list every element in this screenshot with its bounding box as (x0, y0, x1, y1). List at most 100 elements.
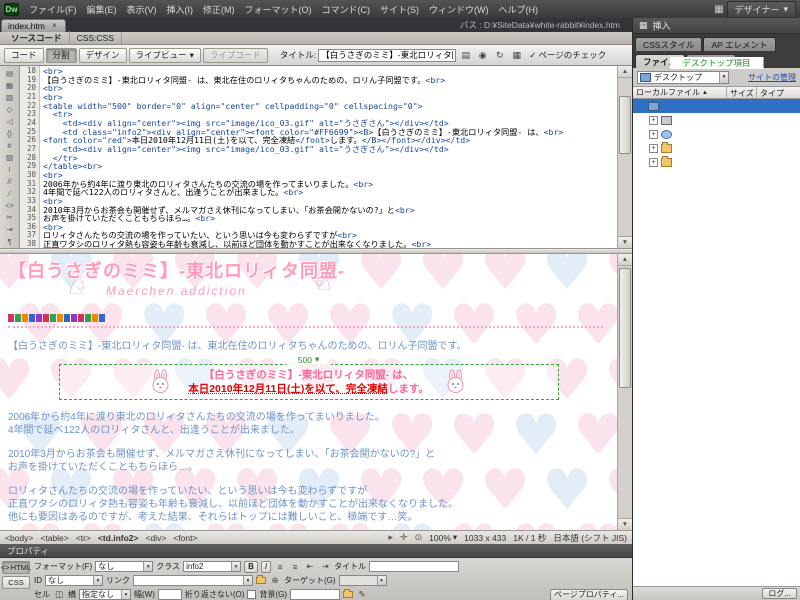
site-dropdown[interactable]: デスクトップ ▾ (637, 70, 729, 84)
tag-selector[interactable]: <table> (40, 533, 68, 543)
tag-selector[interactable]: <tr> (76, 533, 91, 543)
table-guide[interactable]: 500 ▾ 【白うさぎのミミ】-東北ロリィタ同盟- は、 本日2010年12月1… (58, 354, 559, 400)
apply-comment-icon[interactable]: // (2, 175, 18, 187)
preview-in-browser-icon[interactable]: ◉ (475, 48, 490, 63)
code-lines[interactable]: <br> 【白うさぎのミミ】-東北ロリィタ同盟- は、東北在住のロリィタちゃんのた… (40, 66, 617, 248)
cell-width-input[interactable] (157, 589, 182, 600)
menu-item[interactable]: ウィンドウ(W) (424, 1, 494, 18)
menu-item[interactable]: 表示(V) (122, 1, 162, 18)
code-line[interactable]: <td><div align="center"><img src="image/… (43, 145, 617, 154)
live-code-button[interactable]: ライブコード (202, 47, 268, 63)
column-local-files[interactable]: ローカルファイル ▲ (633, 87, 727, 98)
design-paragraph[interactable]: お声を掛けていただくこともちらほら…。 (8, 461, 609, 474)
code-scrollbar-thumb[interactable] (619, 96, 631, 154)
log-button[interactable]: ログ... (762, 588, 797, 599)
check-page-button[interactable]: ✓ ページのチェック (526, 49, 609, 61)
horizontal-align-dropdown[interactable]: 指定なし ▾ (79, 589, 131, 600)
refresh-icon[interactable]: ↻ (492, 48, 507, 63)
design-paragraph[interactable]: 他にも要因はあるのですが、考えた結果、それらはトップには難しいこと、極端です…笑… (8, 511, 609, 524)
scroll-down-icon[interactable]: ▼ (618, 236, 632, 248)
tag-selector[interactable]: <body> (5, 533, 33, 543)
code-line[interactable]: 正直ワタシのロリィタ熱も容姿も年齢も衰減し、以前ほど団体を動かすことが出来なくな… (43, 240, 617, 248)
rabbit-image[interactable] (441, 369, 471, 395)
remove-comment-icon[interactable]: ∕ (2, 187, 18, 199)
freeze-text[interactable]: 【白うさぎのミミ】-東北ロリィタ同盟- は、 本日2010年12月11日(土)を… (188, 368, 429, 396)
properties-panel-header[interactable]: プロパティ (0, 544, 632, 557)
menu-item[interactable]: 編集(E) (82, 1, 122, 18)
wrap-tag-icon[interactable]: <> (2, 199, 18, 211)
related-file-css[interactable]: CSS:CSS (70, 32, 122, 44)
design-view-button[interactable]: デザイン (78, 47, 127, 63)
code-line[interactable]: </tr> (43, 153, 617, 163)
balance-braces-icon[interactable]: {} (2, 127, 18, 139)
dreamweaver-logo[interactable]: Dw (4, 2, 19, 16)
indent-icon[interactable]: ⇥ (319, 561, 331, 573)
expander-icon[interactable]: + (649, 143, 658, 153)
related-file-source[interactable]: ソースコード (4, 31, 70, 45)
design-paragraph[interactable]: ロリィタさんたちの交流の場を作っていたい、という思いは今も変わらずですが (8, 485, 609, 498)
tab-ap-elements[interactable]: AP エレメント (703, 37, 776, 51)
line-numbers-icon[interactable]: # (2, 139, 18, 151)
indent-code-icon[interactable]: ⇥ (2, 223, 18, 235)
merge-cells-icon[interactable]: ◫ (53, 589, 65, 600)
code-line[interactable]: 4年間で延べ122人のロリィタさんと、出逢うことが出来ました。<br> (43, 188, 617, 197)
browse-folder-icon[interactable] (256, 575, 266, 584)
title-attr-input[interactable] (369, 561, 460, 572)
bg-folder-icon[interactable] (343, 589, 354, 598)
pencil-icon[interactable]: ✎ (356, 589, 368, 600)
split-view-button[interactable]: 分割 (45, 47, 77, 63)
design-scrollbar-thumb[interactable] (619, 268, 631, 388)
workspace-switcher[interactable]: デザイナー ▾ (726, 0, 796, 18)
code-view-button[interactable]: コード (4, 47, 44, 63)
unordered-list-icon[interactable]: ≡ (274, 561, 286, 573)
insert-panel-header[interactable]: ▦ 挿入 (633, 18, 800, 34)
menu-item[interactable]: 挿入(I) (162, 1, 199, 18)
format-source-code-icon[interactable]: ¶ (2, 235, 18, 247)
expand-all-icon[interactable]: ◇ (2, 103, 18, 115)
scroll-up-icon[interactable]: ▲ (618, 66, 632, 78)
highlight-invalid-code-icon[interactable]: ▨ (2, 151, 18, 163)
close-icon[interactable]: × (50, 21, 59, 31)
column-type[interactable]: タイプ (757, 87, 800, 98)
nowrap-checkbox[interactable] (247, 590, 257, 599)
design-paragraph[interactable]: 4年間で延べ122人のロリィタさんと、出逢うことが出来ました。 (8, 424, 609, 437)
bg-input[interactable] (290, 589, 341, 600)
code-scrollbar[interactable]: ▲ ▼ (617, 66, 632, 248)
page-properties-button[interactable]: ページプロパティ... (549, 588, 628, 600)
expander-icon[interactable]: + (649, 129, 658, 139)
menu-item[interactable]: コマンド(C) (317, 1, 376, 18)
site-header-graphic[interactable]: ♘ ♘ 【白うさぎのミミ】-東北ロリィタ同盟- Maerchen addicti… (8, 257, 378, 309)
collapse-selection-icon[interactable]: ▧ (2, 91, 18, 103)
design-paragraph[interactable]: 2010年3月からお茶会も開催せず、メルマガさえ休刊になってしまい、「お茶会開か… (8, 448, 609, 461)
css-mode-button[interactable]: CSS (2, 576, 30, 589)
live-view-button[interactable]: ライブビュー ▾ (128, 47, 201, 63)
code-line[interactable]: </table><br> (43, 162, 617, 171)
code-line[interactable]: 【白うさぎのミミ】-東北ロリィタ同盟- は、東北在住のロリィタちゃんのための、ロ… (43, 75, 617, 85)
intro-paragraph[interactable]: 【白うさぎのミミ】-東北ロリィタ同盟- は、東北在住のロリィタちゃんのための、ロ… (8, 340, 609, 353)
tag-selector[interactable]: <td.info2> (98, 533, 139, 543)
menu-item[interactable]: サイト(S) (375, 1, 424, 18)
tree-item[interactable]: デスクトップ (633, 57, 800, 113)
class-dropdown[interactable]: info2 ▾ (183, 561, 242, 572)
syntax-error-alerts-icon[interactable]: ! (2, 163, 18, 175)
code-line[interactable]: お声を掛けていただくこともちらほら…。<br> (43, 214, 617, 223)
manage-sites-link[interactable]: サイトの管理 (748, 72, 796, 83)
open-documents-icon[interactable]: ▤ (2, 67, 18, 79)
column-size[interactable]: サイズ (727, 87, 757, 98)
recent-snippets-icon[interactable]: ✂ (2, 211, 18, 223)
table-width-label[interactable]: 500 ▾ (285, 354, 332, 365)
italic-button[interactable]: I (260, 560, 272, 573)
menu-item[interactable]: フォーマット(O) (240, 1, 317, 18)
id-dropdown[interactable]: なし ▾ (45, 575, 103, 586)
collapse-full-tag-icon[interactable]: ▦ (2, 79, 18, 91)
menu-item[interactable]: 修正(M) (198, 1, 240, 18)
design-scrollbar[interactable]: ▲ ▼ (617, 254, 632, 530)
tag-selector[interactable]: <font> (173, 533, 197, 543)
tree-item[interactable]: +FTP & RDS サー... (633, 57, 800, 155)
rabbit-image[interactable] (146, 369, 176, 395)
hand-tool-icon[interactable]: ✛ (400, 532, 408, 543)
tab-css-styles[interactable]: CSSスタイル (635, 37, 703, 51)
file-management-icon[interactable]: ▤ (458, 48, 473, 63)
select-parent-tag-icon[interactable]: ◁ (2, 115, 18, 127)
expander-icon[interactable]: + (649, 157, 658, 167)
